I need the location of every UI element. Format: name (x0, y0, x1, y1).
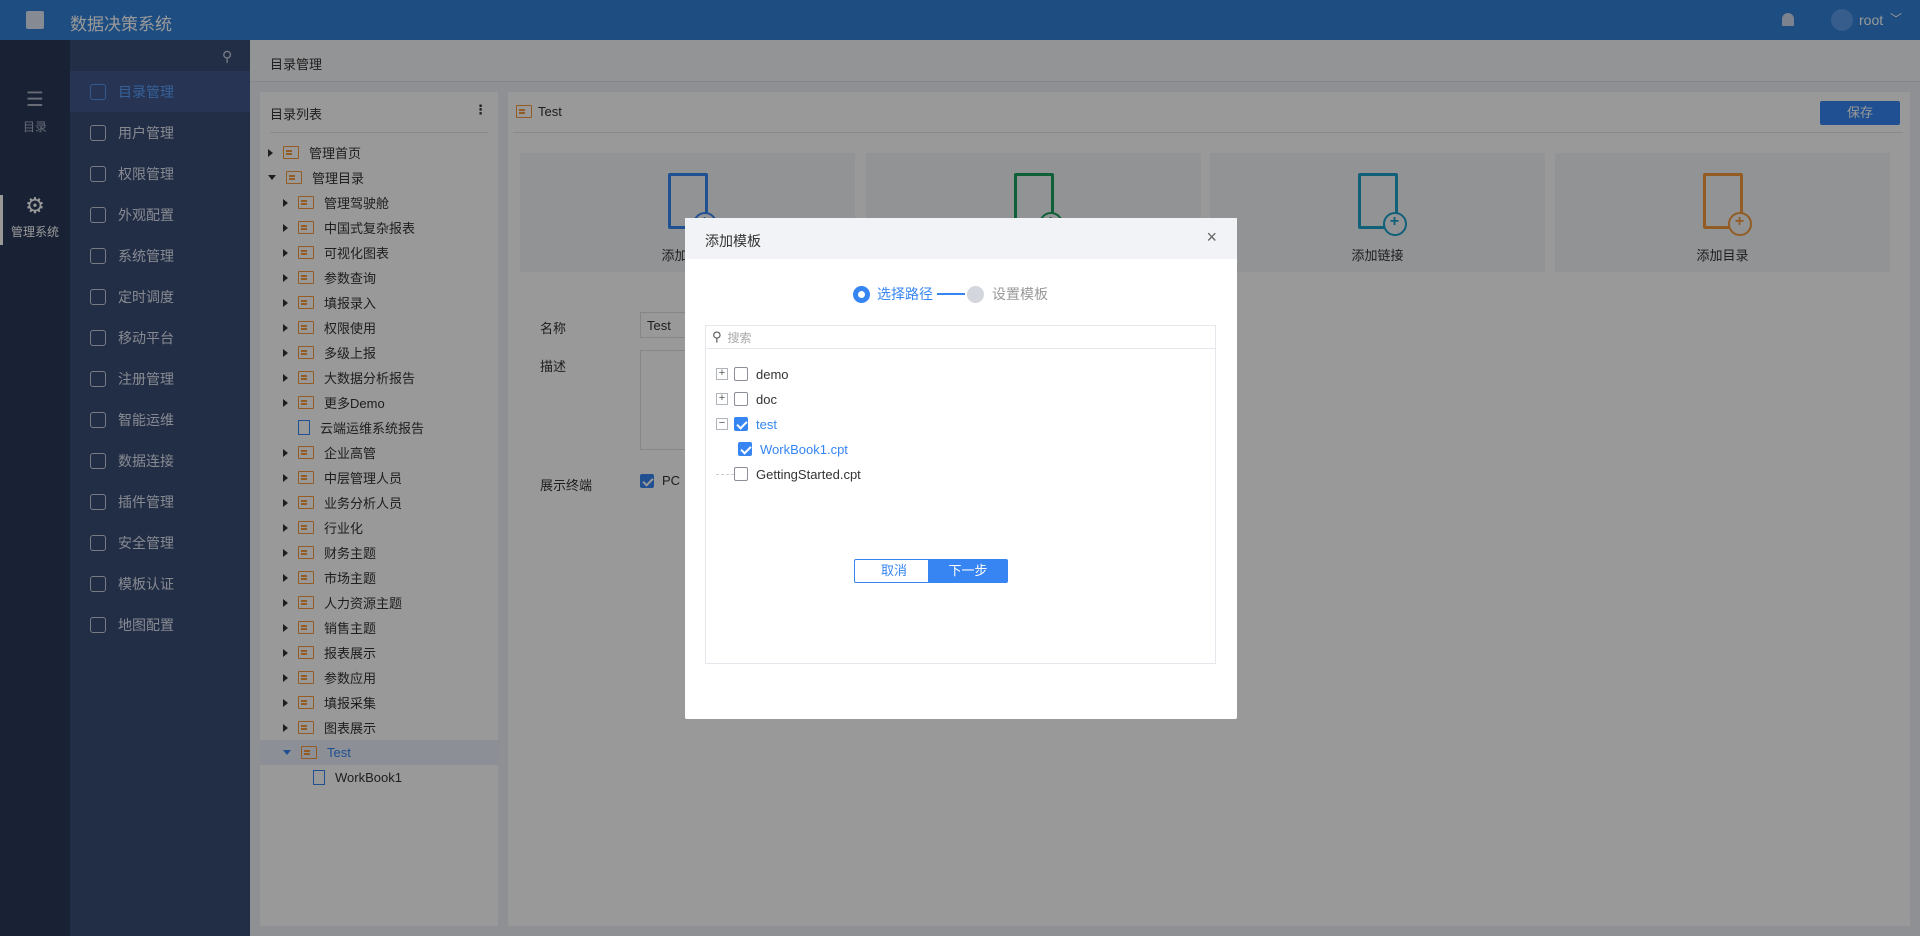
expand-icon[interactable]: + (716, 393, 728, 405)
add-template-dialog: 添加模板 × 选择路径 设置模板 ⚲ 搜索 + demo + doc − test Work… (685, 218, 1237, 719)
dialog-tree-item[interactable]: WorkBook1.cpt (738, 438, 848, 460)
dialog-tree-item[interactable]: − test (716, 413, 777, 435)
cancel-button[interactable]: 取消 (854, 559, 934, 583)
step-active-icon (853, 285, 870, 303)
next-button[interactable]: 下一步 (928, 559, 1008, 583)
checkbox[interactable] (734, 417, 748, 431)
checkbox[interactable] (734, 467, 748, 481)
dialog-title: 添加模板 (705, 233, 761, 249)
expand-icon[interactable]: + (716, 368, 728, 380)
tree-box: ⚲ 搜索 + demo + doc − test WorkBook1.cpt GettingS… (705, 325, 1216, 664)
search-input[interactable]: ⚲ 搜索 (706, 326, 1215, 349)
checkbox[interactable] (738, 442, 752, 456)
close-icon[interactable]: × (1206, 227, 1217, 248)
stepper: 选择路径 设置模板 (853, 284, 1048, 304)
step-inactive-icon (967, 285, 984, 303)
dialog-tree-item[interactable]: + demo (716, 363, 789, 385)
collapse-icon[interactable]: − (716, 418, 728, 430)
step-2: 设置模板 (992, 286, 1048, 302)
step-connector (937, 293, 965, 295)
checkbox[interactable] (734, 367, 748, 381)
dialog-header: 添加模板 × (685, 218, 1237, 259)
checkbox[interactable] (734, 392, 748, 406)
dialog-tree-item[interactable]: + doc (716, 388, 777, 410)
search-icon: ⚲ (712, 329, 722, 344)
dialog-tree-item[interactable]: GettingStarted.cpt (716, 463, 861, 485)
step-1: 选择路径 (877, 286, 933, 302)
